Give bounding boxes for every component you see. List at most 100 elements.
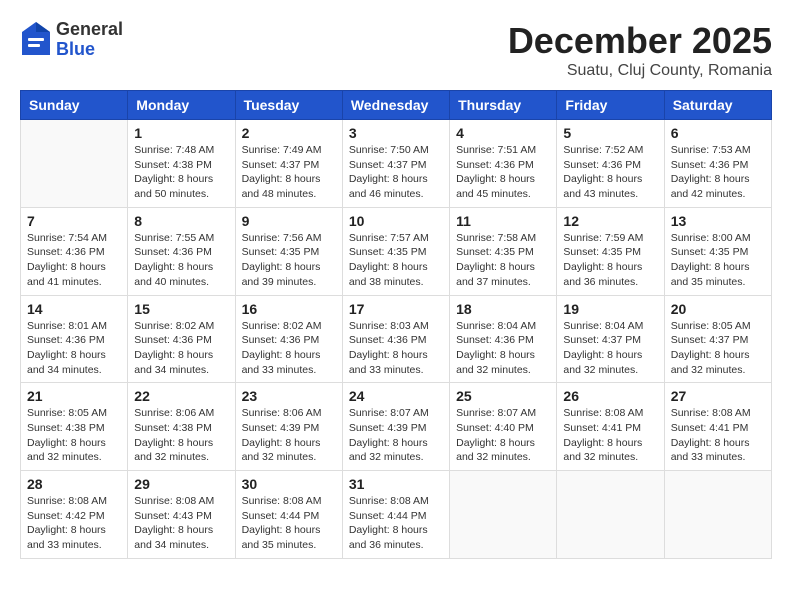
day-info: Sunrise: 8:07 AMSunset: 4:39 PMDaylight:… bbox=[349, 406, 443, 465]
day-info: Sunrise: 8:08 AMSunset: 4:43 PMDaylight:… bbox=[134, 494, 228, 553]
day-number: 1 bbox=[134, 125, 228, 141]
day-info: Sunrise: 7:49 AMSunset: 4:37 PMDaylight:… bbox=[242, 143, 336, 202]
calendar-cell: 22 Sunrise: 8:06 AMSunset: 4:38 PMDayligh… bbox=[128, 383, 235, 471]
weekday-header-row: SundayMondayTuesdayWednesdayThursdayFrid… bbox=[21, 91, 772, 120]
day-number: 26 bbox=[563, 388, 657, 404]
day-info: Sunrise: 8:02 AMSunset: 4:36 PMDaylight:… bbox=[134, 319, 228, 378]
week-row: 7 Sunrise: 7:54 AMSunset: 4:36 PMDaylight… bbox=[21, 207, 772, 295]
calendar-cell: 5 Sunrise: 7:52 AMSunset: 4:36 PMDaylight… bbox=[557, 120, 664, 208]
calendar-cell bbox=[21, 120, 128, 208]
day-number: 7 bbox=[27, 213, 121, 229]
day-info: Sunrise: 7:56 AMSunset: 4:35 PMDaylight:… bbox=[242, 231, 336, 290]
calendar-cell: 20Sunrise: 8:05 AMSunset: 4:37 PMDayligh… bbox=[664, 295, 771, 383]
calendar-cell: 31 Sunrise: 8:08 AMSunset: 4:44 PMDayligh… bbox=[342, 471, 449, 559]
day-info: Sunrise: 8:00 AMSunset: 4:35 PMDaylight:… bbox=[671, 231, 765, 290]
day-info: Sunrise: 7:52 AMSunset: 4:36 PMDaylight:… bbox=[563, 143, 657, 202]
calendar-cell: 27 Sunrise: 8:08 AMSunset: 4:41 PMDayligh… bbox=[664, 383, 771, 471]
week-row: 21Sunrise: 8:05 AMSunset: 4:38 PMDayligh… bbox=[21, 383, 772, 471]
day-number: 5 bbox=[563, 125, 657, 141]
logo-general: General bbox=[56, 20, 123, 40]
logo-blue: Blue bbox=[56, 40, 123, 60]
day-info: Sunrise: 7:59 AMSunset: 4:35 PMDaylight:… bbox=[563, 231, 657, 290]
day-info: Sunrise: 8:03 AMSunset: 4:36 PMDaylight:… bbox=[349, 319, 443, 378]
day-info: Sunrise: 7:50 AMSunset: 4:37 PMDaylight:… bbox=[349, 143, 443, 202]
calendar-cell: 9Sunrise: 7:56 AMSunset: 4:35 PMDaylight… bbox=[235, 207, 342, 295]
week-row: 28Sunrise: 8:08 AMSunset: 4:42 PMDayligh… bbox=[21, 471, 772, 559]
day-number: 6 bbox=[671, 125, 765, 141]
day-info: Sunrise: 8:01 AMSunset: 4:36 PMDaylight:… bbox=[27, 319, 121, 378]
day-number: 27 bbox=[671, 388, 765, 404]
day-info: Sunrise: 8:02 AMSunset: 4:36 PMDaylight:… bbox=[242, 319, 336, 378]
calendar-cell: 4Sunrise: 7:51 AMSunset: 4:36 PMDaylight… bbox=[450, 120, 557, 208]
day-number: 19 bbox=[563, 301, 657, 317]
day-info: Sunrise: 7:57 AMSunset: 4:35 PMDaylight:… bbox=[349, 231, 443, 290]
calendar-cell: 23Sunrise: 8:06 AMSunset: 4:39 PMDayligh… bbox=[235, 383, 342, 471]
week-row: 1 Sunrise: 7:48 AMSunset: 4:38 PMDaylight… bbox=[21, 120, 772, 208]
calendar-cell: 8Sunrise: 7:55 AMSunset: 4:36 PMDaylight… bbox=[128, 207, 235, 295]
day-number: 11 bbox=[456, 213, 550, 229]
day-info: Sunrise: 8:08 AMSunset: 4:41 PMDaylight:… bbox=[671, 406, 765, 465]
calendar-cell: 12Sunrise: 7:59 AMSunset: 4:35 PMDayligh… bbox=[557, 207, 664, 295]
calendar-cell: 2 Sunrise: 7:49 AMSunset: 4:37 PMDaylight… bbox=[235, 120, 342, 208]
day-info: Sunrise: 7:54 AMSunset: 4:36 PMDaylight:… bbox=[27, 231, 121, 290]
calendar-cell: 18 Sunrise: 8:04 AMSunset: 4:36 PMDayligh… bbox=[450, 295, 557, 383]
day-number: 17 bbox=[349, 301, 443, 317]
day-number: 21 bbox=[27, 388, 121, 404]
day-info: Sunrise: 8:04 AMSunset: 4:36 PMDaylight:… bbox=[456, 319, 550, 378]
calendar-cell: 21Sunrise: 8:05 AMSunset: 4:38 PMDayligh… bbox=[21, 383, 128, 471]
day-number: 3 bbox=[349, 125, 443, 141]
day-info: Sunrise: 7:58 AMSunset: 4:35 PMDaylight:… bbox=[456, 231, 550, 290]
calendar-cell: 17 Sunrise: 8:03 AMSunset: 4:36 PMDayligh… bbox=[342, 295, 449, 383]
day-info: Sunrise: 8:04 AMSunset: 4:37 PMDaylight:… bbox=[563, 319, 657, 378]
day-number: 24 bbox=[349, 388, 443, 404]
calendar-cell: 16 Sunrise: 8:02 AMSunset: 4:36 PMDayligh… bbox=[235, 295, 342, 383]
logo-text: General Blue bbox=[56, 20, 123, 60]
calendar-cell: 30 Sunrise: 8:08 AMSunset: 4:44 PMDayligh… bbox=[235, 471, 342, 559]
calendar-cell: 29 Sunrise: 8:08 AMSunset: 4:43 PMDayligh… bbox=[128, 471, 235, 559]
day-number: 2 bbox=[242, 125, 336, 141]
day-number: 14 bbox=[27, 301, 121, 317]
location: Suatu, Cluj County, Romania bbox=[508, 62, 772, 80]
day-info: Sunrise: 8:08 AMSunset: 4:42 PMDaylight:… bbox=[27, 494, 121, 553]
weekday-header: Monday bbox=[128, 91, 235, 120]
day-info: Sunrise: 8:08 AMSunset: 4:41 PMDaylight:… bbox=[563, 406, 657, 465]
calendar-cell: 7 Sunrise: 7:54 AMSunset: 4:36 PMDaylight… bbox=[21, 207, 128, 295]
day-number: 23 bbox=[242, 388, 336, 404]
calendar-cell: 19 Sunrise: 8:04 AMSunset: 4:37 PMDayligh… bbox=[557, 295, 664, 383]
day-number: 30 bbox=[242, 476, 336, 492]
calendar-cell bbox=[450, 471, 557, 559]
header: General Blue December 2025 Suatu, Cluj C… bbox=[20, 20, 772, 80]
day-number: 10 bbox=[349, 213, 443, 229]
weekday-header: Wednesday bbox=[342, 91, 449, 120]
day-number: 15 bbox=[134, 301, 228, 317]
calendar-cell: 6 Sunrise: 7:53 AMSunset: 4:36 PMDaylight… bbox=[664, 120, 771, 208]
calendar: SundayMondayTuesdayWednesdayThursdayFrid… bbox=[20, 90, 772, 559]
day-info: Sunrise: 7:53 AMSunset: 4:36 PMDaylight:… bbox=[671, 143, 765, 202]
weekday-header: Friday bbox=[557, 91, 664, 120]
day-number: 13 bbox=[671, 213, 765, 229]
day-info: Sunrise: 8:06 AMSunset: 4:38 PMDaylight:… bbox=[134, 406, 228, 465]
day-number: 4 bbox=[456, 125, 550, 141]
day-number: 16 bbox=[242, 301, 336, 317]
day-number: 22 bbox=[134, 388, 228, 404]
day-number: 29 bbox=[134, 476, 228, 492]
calendar-cell bbox=[664, 471, 771, 559]
day-number: 31 bbox=[349, 476, 443, 492]
calendar-cell: 10 Sunrise: 7:57 AMSunset: 4:35 PMDayligh… bbox=[342, 207, 449, 295]
day-number: 20 bbox=[671, 301, 765, 317]
day-info: Sunrise: 8:08 AMSunset: 4:44 PMDaylight:… bbox=[349, 494, 443, 553]
day-info: Sunrise: 7:48 AMSunset: 4:38 PMDaylight:… bbox=[134, 143, 228, 202]
calendar-cell: 11 Sunrise: 7:58 AMSunset: 4:35 PMDayligh… bbox=[450, 207, 557, 295]
day-info: Sunrise: 7:55 AMSunset: 4:36 PMDaylight:… bbox=[134, 231, 228, 290]
calendar-cell: 26 Sunrise: 8:08 AMSunset: 4:41 PMDayligh… bbox=[557, 383, 664, 471]
day-info: Sunrise: 8:07 AMSunset: 4:40 PMDaylight:… bbox=[456, 406, 550, 465]
month-title: December 2025 bbox=[508, 20, 772, 62]
weekday-header: Sunday bbox=[21, 91, 128, 120]
day-number: 18 bbox=[456, 301, 550, 317]
day-info: Sunrise: 8:08 AMSunset: 4:44 PMDaylight:… bbox=[242, 494, 336, 553]
logo-icon bbox=[20, 20, 52, 60]
logo: General Blue bbox=[20, 20, 123, 60]
week-row: 14 Sunrise: 8:01 AMSunset: 4:36 PMDayligh… bbox=[21, 295, 772, 383]
day-number: 25 bbox=[456, 388, 550, 404]
title-area: December 2025 Suatu, Cluj County, Romani… bbox=[508, 20, 772, 80]
